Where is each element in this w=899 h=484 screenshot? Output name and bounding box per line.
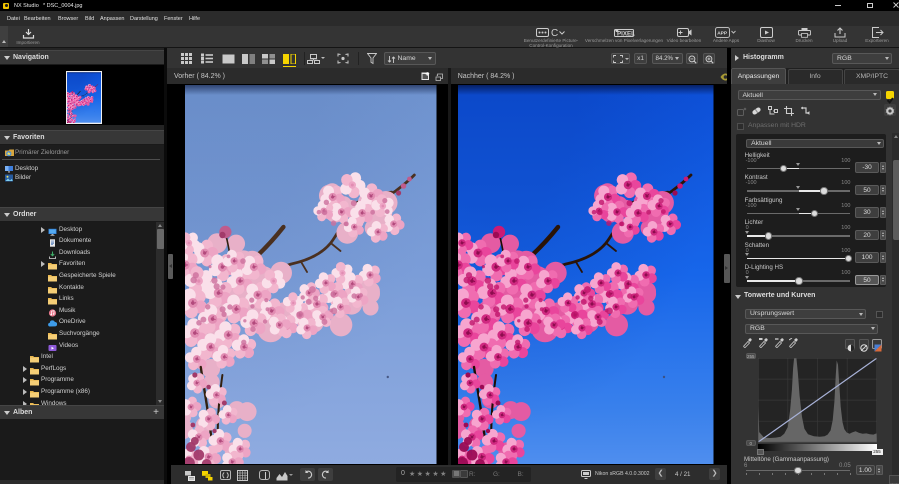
svg-text:APP: APP [717, 30, 728, 36]
svg-text:C: C [551, 28, 558, 38]
svg-text:PIXEL: PIXEL [617, 31, 635, 38]
